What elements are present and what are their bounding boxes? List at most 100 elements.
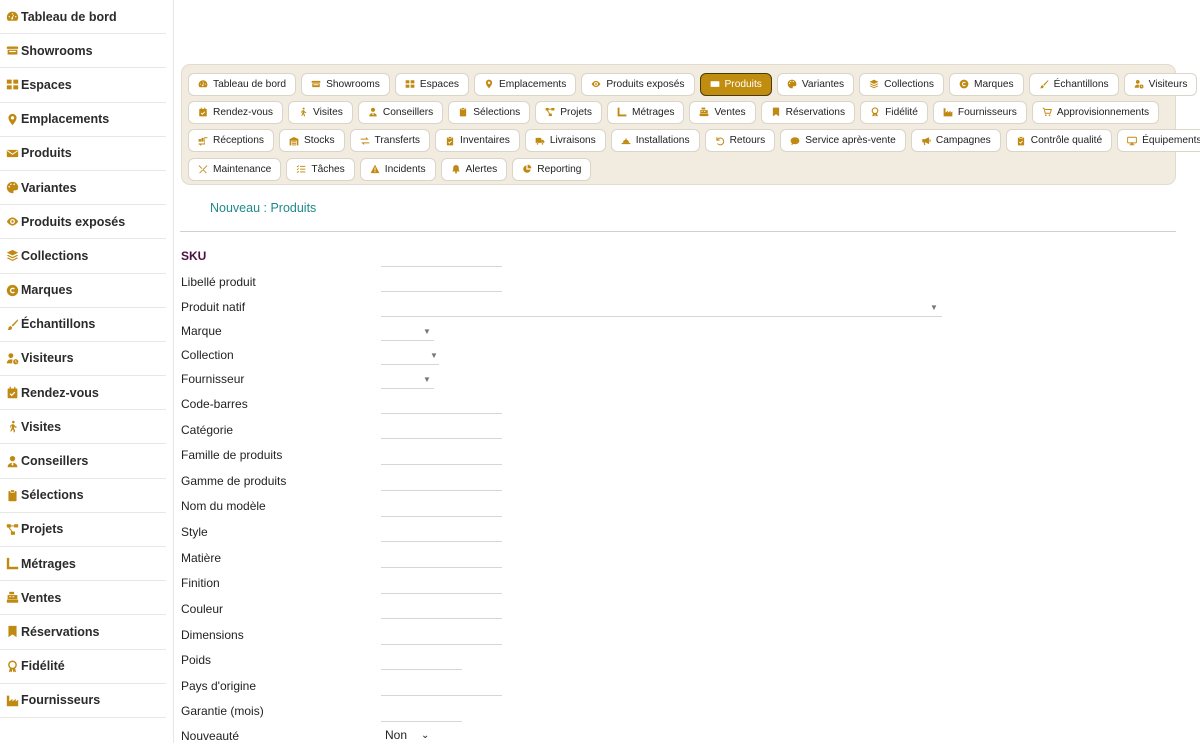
tab-label: Service après-vente	[805, 135, 896, 147]
sidebar-item-15[interactable]: Sélections	[0, 479, 166, 513]
project-diagram-icon	[6, 523, 19, 536]
module-tab-active[interactable]: Produits	[699, 72, 772, 96]
tab-label: Produits exposés	[606, 78, 685, 90]
sidebar-item-9[interactable]: Marques	[0, 274, 166, 308]
dropdown-caret-icon[interactable]: ▼	[423, 327, 431, 336]
user-clock-icon	[6, 352, 19, 365]
sidebar-item-3[interactable]: Espaces	[0, 68, 166, 103]
module-tab[interactable]: Inventaires	[435, 129, 520, 153]
module-tab[interactable]: Rendez-vous	[188, 100, 284, 124]
module-tab[interactable]: Réceptions	[188, 129, 274, 153]
industry-icon	[943, 107, 953, 117]
module-tab[interactable]: Tâches	[286, 157, 355, 181]
text-input[interactable]	[381, 721, 462, 722]
select-field[interactable]	[381, 388, 434, 389]
tab-label: Tâches	[311, 163, 345, 175]
module-tab[interactable]: Reporting	[512, 157, 592, 181]
module-tab[interactable]: Installations	[610, 129, 700, 153]
sidebar-item-1[interactable]: Tableau de bord	[0, 0, 166, 35]
module-tab[interactable]: Retours	[704, 129, 776, 153]
module-tab[interactable]: Contrôle qualité	[1005, 129, 1113, 153]
module-tab[interactable]: Fournisseurs	[932, 100, 1027, 124]
module-tab[interactable]: Produits exposés	[581, 72, 695, 96]
module-tab[interactable]: Visiteurs	[1123, 72, 1198, 96]
module-tab[interactable]: Tableau de bord	[188, 72, 297, 96]
sidebar-item-18[interactable]: Ventes	[0, 581, 166, 616]
module-tab[interactable]: Ventes	[689, 100, 756, 124]
module-tab[interactable]: Projets	[535, 100, 602, 124]
nouveaute-select[interactable]: Non ⌄	[381, 727, 439, 743]
sidebar-item-21[interactable]: Fournisseurs	[0, 684, 166, 718]
module-tab[interactable]: Variantes	[776, 72, 855, 96]
text-input[interactable]	[381, 669, 462, 670]
text-input[interactable]	[381, 695, 502, 696]
warning-icon	[370, 164, 380, 174]
dropdown-caret-icon[interactable]: ▼	[930, 303, 938, 312]
sidebar-item-12[interactable]: Rendez-vous	[0, 376, 166, 411]
module-tab[interactable]: Livraisons	[524, 129, 606, 153]
sidebar-item-10[interactable]: Échantillons	[0, 308, 166, 342]
sidebar-item-8[interactable]: Collections	[0, 239, 166, 274]
text-input[interactable]	[381, 567, 502, 568]
select-field[interactable]	[381, 364, 439, 365]
module-tab[interactable]: Fidélité	[860, 100, 928, 124]
tab-label: Collections	[884, 78, 934, 90]
text-input[interactable]	[381, 593, 502, 594]
text-input[interactable]	[381, 438, 502, 439]
sidebar-item-16[interactable]: Projets	[0, 513, 166, 547]
module-tab[interactable]: Campagnes	[910, 129, 1001, 153]
select-field[interactable]	[381, 316, 942, 317]
sidebar-item-6[interactable]: Variantes	[0, 171, 166, 206]
sidebar-item-7[interactable]: Produits exposés	[0, 205, 166, 240]
module-tab[interactable]: Collections	[859, 72, 944, 96]
text-input[interactable]	[381, 464, 502, 465]
select-field[interactable]	[381, 340, 434, 341]
sidebar-item-2[interactable]: Showrooms	[0, 34, 166, 69]
sidebar-item-14[interactable]: Conseillers	[0, 444, 166, 479]
module-tab[interactable]: Marques	[949, 72, 1024, 96]
sidebar-item-17[interactable]: Métrages	[0, 547, 166, 582]
module-tab[interactable]: Échantillons	[1028, 72, 1119, 96]
sidebar-item-label: Ventes	[21, 590, 62, 605]
tab-label: Fidélité	[885, 106, 918, 118]
module-tab[interactable]: Showrooms	[301, 72, 390, 96]
dropdown-caret-icon[interactable]: ▼	[430, 351, 438, 360]
module-tab[interactable]: Visites	[288, 100, 353, 124]
module-tab[interactable]: Métrages	[606, 100, 685, 124]
bell-icon	[451, 164, 461, 174]
module-tab[interactable]: Maintenance	[188, 157, 282, 181]
sidebar-item-11[interactable]: Visiteurs	[0, 342, 166, 377]
location-pin-icon	[484, 79, 494, 89]
sidebar-item-19[interactable]: Réservations	[0, 615, 166, 650]
module-tab[interactable]: Alertes	[440, 157, 508, 181]
module-tab[interactable]: Incidents	[359, 157, 436, 181]
text-input[interactable]	[381, 291, 502, 292]
module-tab[interactable]: Réservations	[760, 100, 856, 124]
dropdown-caret-icon[interactable]: ▼	[423, 375, 431, 384]
field-label: Nouveauté	[181, 729, 240, 743]
text-input[interactable]	[381, 516, 502, 517]
sidebar-item-label: Produits	[21, 146, 72, 161]
text-input[interactable]	[381, 541, 502, 542]
sidebar-item-20[interactable]: Fidélité	[0, 650, 166, 684]
sidebar-item-label: Fidélité	[21, 659, 65, 674]
sidebar-item-4[interactable]: Emplacements	[0, 103, 166, 137]
module-tab[interactable]: Approvisionnements	[1031, 100, 1160, 124]
tab-row: Tableau de bord Showrooms Espaces Emplaceme…	[188, 70, 1198, 98]
field-label: Garantie (mois)	[181, 704, 264, 718]
module-tab[interactable]: Conseillers	[357, 100, 444, 124]
text-input[interactable]	[381, 413, 502, 414]
sidebar-item-5[interactable]: Produits	[0, 137, 166, 171]
sidebar-item-13[interactable]: Visites	[0, 410, 166, 445]
module-tab[interactable]: Sélections	[448, 100, 531, 124]
text-input[interactable]	[381, 644, 502, 645]
module-tab[interactable]: Espaces	[394, 72, 469, 96]
text-input[interactable]	[381, 266, 502, 267]
text-input[interactable]	[381, 618, 502, 619]
text-input[interactable]	[381, 490, 502, 491]
module-tab[interactable]: Stocks	[278, 129, 345, 153]
module-tab[interactable]: Équipements	[1117, 129, 1200, 153]
module-tab[interactable]: Emplacements	[473, 72, 577, 96]
module-tab[interactable]: Transferts	[349, 129, 431, 153]
module-tab[interactable]: Service après-vente	[780, 129, 906, 153]
